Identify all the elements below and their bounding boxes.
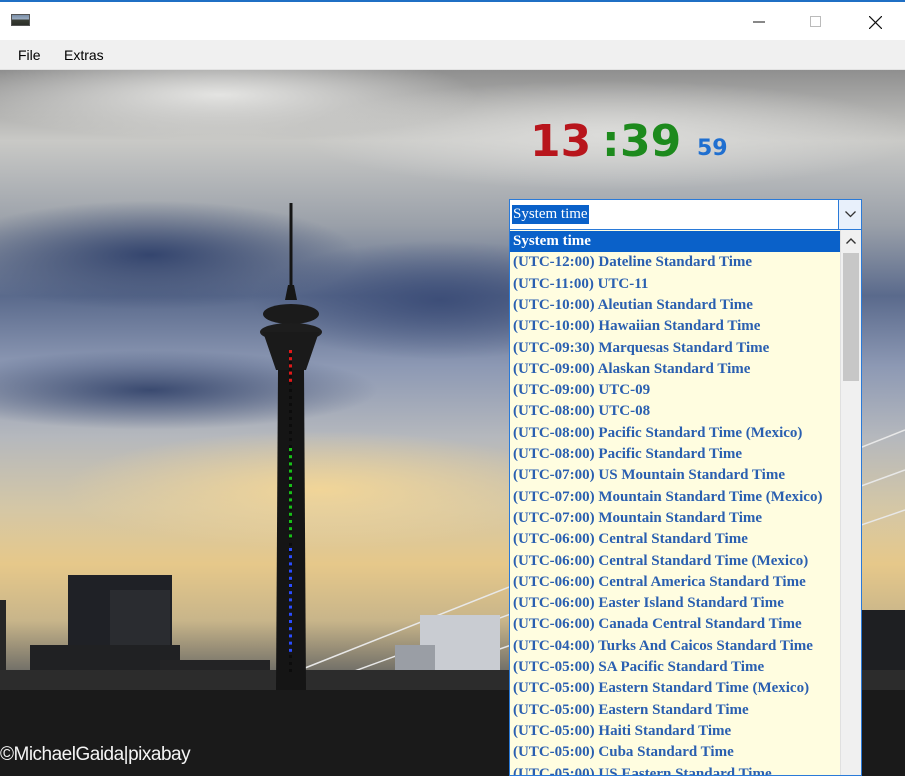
timezone-option[interactable]: (UTC-05:00) US Eastern Standard Time — [510, 764, 840, 776]
timezone-option[interactable]: (UTC-06:00) Easter Island Standard Time — [510, 593, 840, 614]
timezone-select[interactable]: System time — [509, 199, 862, 230]
led-dot-blue — [289, 569, 292, 573]
led-dot-green — [289, 448, 292, 451]
timezone-option[interactable]: System time — [510, 231, 840, 252]
timezone-option[interactable]: (UTC-09:00) Alaskan Standard Time — [510, 359, 840, 380]
led-dot-green — [289, 534, 292, 538]
app-photo-icon[interactable] — [11, 14, 30, 26]
led-dot-blue — [289, 576, 292, 580]
led-dot-green — [289, 505, 292, 509]
led-dot-blue — [289, 634, 292, 638]
timezone-option[interactable]: (UTC-07:00) Mountain Standard Time — [510, 508, 840, 529]
timezone-option[interactable]: (UTC-05:00) Haiti Standard Time — [510, 721, 840, 742]
timezone-option[interactable]: (UTC-10:00) Aleutian Standard Time — [510, 295, 840, 316]
led-dot-green — [289, 498, 292, 502]
scrollbar-thumb[interactable] — [843, 253, 859, 381]
led-dot-blue — [289, 648, 292, 652]
led-dot-green — [289, 469, 292, 473]
maximize-button[interactable] — [793, 4, 839, 40]
led-dot-green — [289, 462, 292, 466]
clock-seconds: 59 — [697, 136, 728, 161]
clock-separator: : — [602, 116, 620, 167]
led-dot-green — [289, 476, 292, 480]
led-dot-green — [289, 491, 292, 495]
chevron-up-icon — [846, 238, 856, 244]
photo-credit: ©MichaelGaida|pixabay — [0, 744, 191, 765]
minimize-button[interactable] — [736, 4, 782, 40]
timezone-option[interactable]: (UTC-06:00) Canada Central Standard Time — [510, 614, 840, 635]
led-dot-red — [289, 357, 292, 361]
title-bar — [0, 0, 905, 40]
timezone-option[interactable]: (UTC-06:00) Central Standard Time (Mexic… — [510, 551, 840, 572]
timezone-option[interactable]: (UTC-05:00) SA Pacific Standard Time — [510, 657, 840, 678]
led-dot-green — [289, 527, 292, 531]
led-dot-blue — [289, 555, 292, 559]
led-dot-blue — [289, 562, 292, 566]
timezone-select-value: System time — [512, 205, 589, 224]
timezone-option[interactable]: (UTC-09:30) Marquesas Standard Time — [510, 338, 840, 359]
timezone-option[interactable]: (UTC-10:00) Hawaiian Standard Time — [510, 316, 840, 337]
led-dot-red — [289, 378, 292, 382]
timezone-option[interactable]: (UTC-05:00) Eastern Standard Time (Mexic… — [510, 678, 840, 699]
maximize-icon — [810, 16, 821, 27]
timezone-option[interactable]: (UTC-05:00) Eastern Standard Time — [510, 700, 840, 721]
led-dot-green — [289, 512, 292, 516]
led-dot-red — [289, 364, 292, 368]
timezone-option[interactable]: (UTC-08:00) UTC-08 — [510, 401, 840, 422]
led-dot-blue — [289, 641, 292, 645]
led-dot-blue — [289, 584, 292, 587]
led-dot-green — [289, 484, 292, 487]
led-dot-blue — [289, 598, 292, 602]
led-dot-red — [289, 371, 292, 375]
timezone-option[interactable]: (UTC-05:00) Cuba Standard Time — [510, 742, 840, 763]
clock-hours: 13 — [530, 116, 592, 167]
timezone-option[interactable]: (UTC-04:00) Turks And Caicos Standard Ti… — [510, 636, 840, 657]
timezone-option[interactable]: (UTC-07:00) US Mountain Standard Time — [510, 465, 840, 486]
timezone-option[interactable]: (UTC-06:00) Central America Standard Tim… — [510, 572, 840, 593]
led-dot-blue — [289, 620, 292, 623]
menu-bar: File Extras — [0, 40, 905, 70]
close-button[interactable] — [852, 4, 898, 40]
led-dot-blue — [289, 605, 292, 609]
dropdown-toggle-button[interactable] — [838, 200, 861, 229]
scroll-up-button[interactable] — [841, 230, 861, 252]
menu-file[interactable]: File — [18, 47, 41, 63]
led-dot-blue — [289, 548, 292, 551]
dropdown-scrollbar[interactable] — [840, 230, 861, 775]
close-icon — [868, 15, 882, 29]
clock-minutes: 39 — [620, 116, 682, 167]
menu-extras[interactable]: Extras — [64, 47, 104, 63]
timezone-option[interactable]: (UTC-11:00) UTC-11 — [510, 274, 840, 295]
led-dot-blue — [289, 612, 292, 616]
led-dot-green — [289, 520, 292, 523]
minimize-icon — [753, 21, 765, 23]
timezone-option[interactable]: (UTC-12:00) Dateline Standard Time — [510, 252, 840, 273]
timezone-option[interactable]: (UTC-08:00) Pacific Standard Time (Mexic… — [510, 423, 840, 444]
chevron-down-icon — [844, 211, 856, 218]
timezone-option[interactable]: (UTC-08:00) Pacific Standard Time — [510, 444, 840, 465]
timezone-option[interactable]: (UTC-09:00) UTC-09 — [510, 380, 840, 401]
timezone-option[interactable]: (UTC-07:00) Mountain Standard Time (Mexi… — [510, 487, 840, 508]
led-dot-blue — [289, 627, 292, 631]
led-dot-red — [289, 350, 292, 353]
led-dot-blue — [289, 591, 292, 595]
timezone-option[interactable]: (UTC-06:00) Central Standard Time — [510, 529, 840, 550]
led-dot-green — [289, 455, 292, 459]
timezone-dropdown-list: System time (UTC-12:00) Dateline Standard… — [509, 230, 862, 776]
